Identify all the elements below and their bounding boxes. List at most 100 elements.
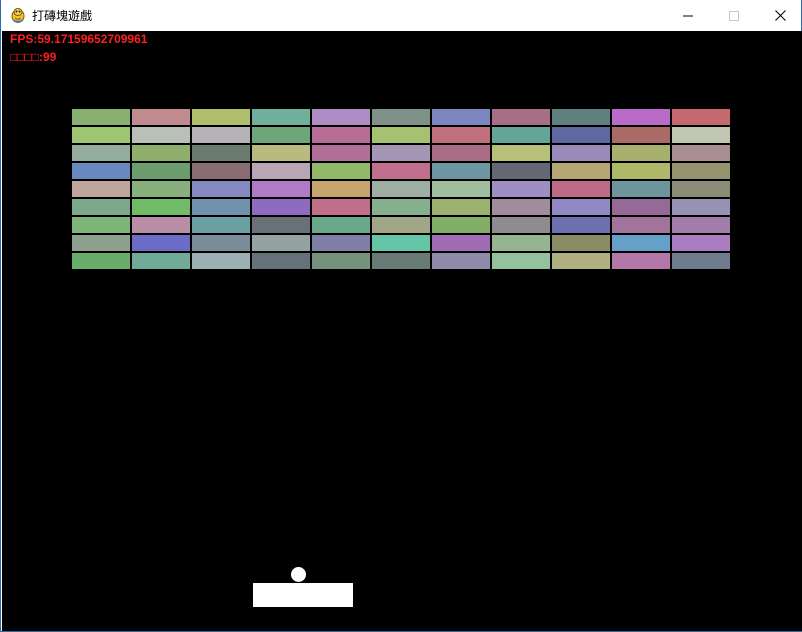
brick <box>552 145 610 161</box>
brick <box>612 253 670 269</box>
brick <box>612 145 670 161</box>
brick <box>672 235 730 251</box>
brick <box>132 199 190 215</box>
brick <box>72 109 130 125</box>
brick <box>312 217 370 233</box>
brick <box>312 109 370 125</box>
brick <box>132 127 190 143</box>
brick <box>192 199 250 215</box>
brick <box>492 199 550 215</box>
brick <box>252 217 310 233</box>
brick <box>612 235 670 251</box>
brick <box>432 127 490 143</box>
brick <box>72 181 130 197</box>
brick <box>492 217 550 233</box>
brick <box>492 181 550 197</box>
brick <box>612 127 670 143</box>
game-canvas[interactable]: FPS:59.17159652709961 □□□□:99 <box>2 31 802 631</box>
ball <box>291 567 306 582</box>
brick <box>312 253 370 269</box>
brick <box>132 145 190 161</box>
brick <box>492 145 550 161</box>
brick <box>132 217 190 233</box>
brick <box>432 163 490 179</box>
brick <box>552 253 610 269</box>
close-icon <box>774 10 786 21</box>
brick <box>372 199 430 215</box>
brick <box>72 127 130 143</box>
brick <box>672 253 730 269</box>
brick <box>492 235 550 251</box>
brick <box>312 199 370 215</box>
brick <box>492 253 550 269</box>
brick <box>312 235 370 251</box>
brick <box>612 217 670 233</box>
brick <box>432 235 490 251</box>
brick <box>252 145 310 161</box>
maximize-button[interactable] <box>711 0 757 31</box>
brick <box>672 145 730 161</box>
brick <box>372 145 430 161</box>
brick <box>252 163 310 179</box>
brick <box>72 199 130 215</box>
pygame-snake-icon <box>11 8 25 23</box>
brick <box>492 163 550 179</box>
brick <box>372 127 430 143</box>
brick <box>432 253 490 269</box>
brick <box>552 235 610 251</box>
brick <box>132 181 190 197</box>
brick <box>612 163 670 179</box>
paddle[interactable] <box>253 583 353 607</box>
brick <box>552 163 610 179</box>
brick <box>432 199 490 215</box>
brick <box>432 145 490 161</box>
brick <box>192 181 250 197</box>
brick <box>612 199 670 215</box>
brick <box>432 181 490 197</box>
brick <box>552 127 610 143</box>
brick <box>72 163 130 179</box>
minimize-button[interactable] <box>665 0 711 31</box>
brick <box>432 217 490 233</box>
brick <box>372 253 430 269</box>
brick <box>672 217 730 233</box>
brick <box>192 235 250 251</box>
brick <box>372 235 430 251</box>
brick <box>252 127 310 143</box>
brick <box>492 127 550 143</box>
brick <box>252 181 310 197</box>
brick <box>192 127 250 143</box>
brick <box>552 199 610 215</box>
close-button[interactable] <box>757 0 802 31</box>
brick <box>672 127 730 143</box>
brick <box>492 109 550 125</box>
brick <box>372 217 430 233</box>
brick <box>72 145 130 161</box>
brick <box>372 109 430 125</box>
brick <box>672 181 730 197</box>
brick <box>672 199 730 215</box>
title-bar[interactable]: 打磚塊遊戲 <box>1 0 801 31</box>
brick <box>312 181 370 197</box>
brick <box>252 235 310 251</box>
brick <box>672 163 730 179</box>
game-window: 打磚塊遊戲 FPS:59.17159652709961 □□□□:99 <box>0 0 802 632</box>
fps-counter: FPS:59.17159652709961 <box>10 32 148 46</box>
brick <box>132 235 190 251</box>
brick <box>132 109 190 125</box>
brick <box>612 109 670 125</box>
brick <box>372 181 430 197</box>
brick <box>372 163 430 179</box>
brick <box>72 253 130 269</box>
brick <box>252 199 310 215</box>
brick <box>312 163 370 179</box>
brick <box>552 181 610 197</box>
minimize-icon <box>683 15 693 16</box>
score-counter: □□□□:99 <box>10 50 57 64</box>
brick <box>192 217 250 233</box>
brick <box>552 109 610 125</box>
brick <box>252 109 310 125</box>
brick <box>72 217 130 233</box>
brick <box>552 217 610 233</box>
brick <box>612 181 670 197</box>
